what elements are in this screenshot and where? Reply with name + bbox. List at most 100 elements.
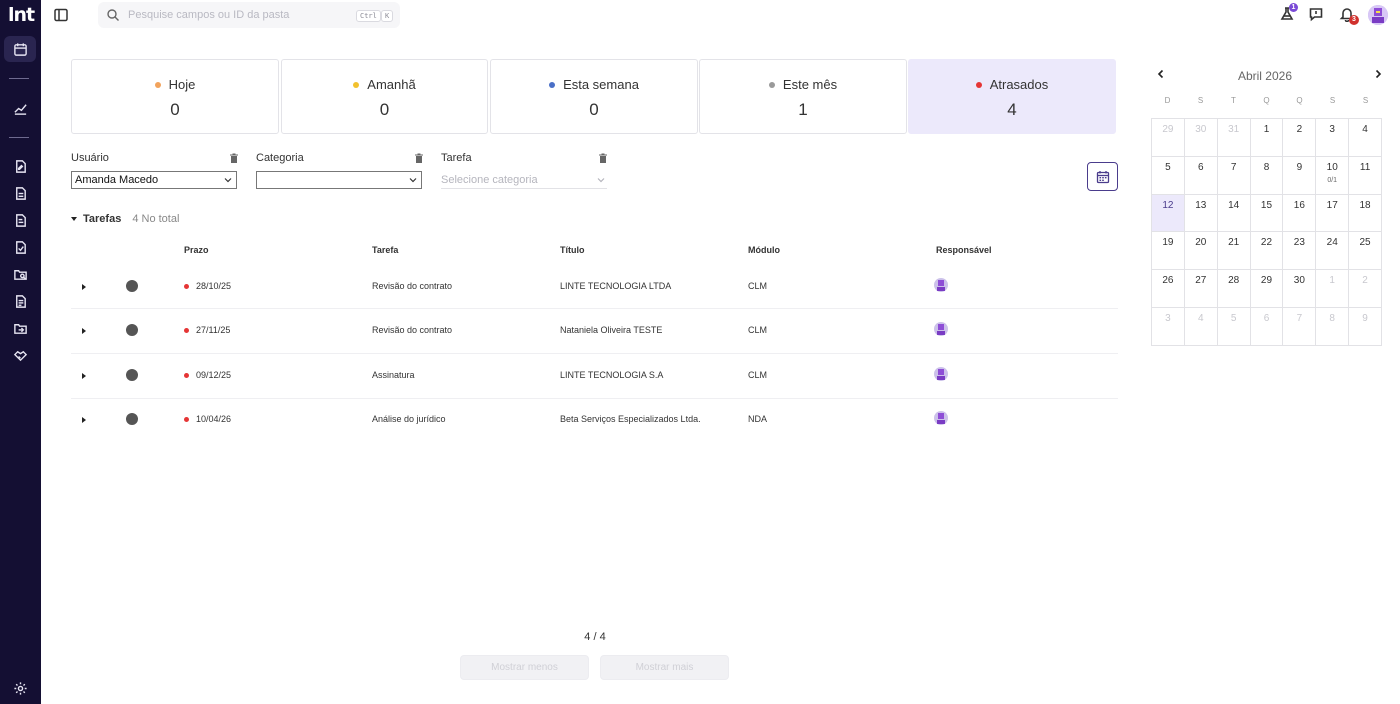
category-select[interactable] <box>256 171 422 189</box>
user-avatar[interactable] <box>1368 5 1388 25</box>
calendar-day[interactable]: 22 <box>1250 232 1284 271</box>
summary-card-overdue[interactable]: Atrasados 4 <box>908 59 1116 134</box>
calendar-day[interactable]: 3 <box>1152 308 1185 346</box>
calendar-day[interactable]: 17 <box>1316 194 1350 233</box>
calendar-day[interactable]: 2 <box>1349 270 1382 309</box>
column-header-title[interactable]: Título <box>560 245 585 255</box>
calendar-day[interactable]: 16 <box>1283 194 1317 233</box>
row-title[interactable]: LINTE TECNOLOGIA LTDA <box>560 281 671 291</box>
settings-nav-button[interactable] <box>4 675 36 701</box>
notifications-button[interactable]: 3 <box>1339 6 1359 25</box>
calendar-day[interactable]: 14 <box>1217 194 1251 233</box>
tasks-button[interactable]: 1 <box>1279 3 1298 24</box>
complete-task-icon[interactable] <box>126 413 138 425</box>
document-nav-button[interactable] <box>4 180 36 206</box>
clear-user-filter-icon[interactable] <box>229 153 239 164</box>
calendar-day[interactable]: 9 <box>1283 156 1317 195</box>
folder-export-nav-button[interactable] <box>4 315 36 341</box>
task-select[interactable]: Selecione categoria <box>441 171 607 189</box>
show-less-button[interactable]: Mostrar menos <box>460 655 589 680</box>
calendar-day[interactable]: 21 <box>1217 232 1251 271</box>
messages-button[interactable] <box>1308 6 1326 24</box>
summary-card-this-month[interactable]: Este mês 1 <box>699 59 907 134</box>
calendar-day[interactable]: 6 <box>1250 308 1284 346</box>
calendar-day[interactable]: 29 <box>1250 270 1284 309</box>
tasks-section-toggle[interactable]: Tarefas 4 No total <box>71 213 179 225</box>
next-month-icon[interactable] <box>1373 69 1383 79</box>
sidebar-toggle-button[interactable] <box>52 6 70 24</box>
show-more-button[interactable]: Mostrar mais <box>600 655 729 680</box>
calendar-day[interactable]: 15 <box>1250 194 1284 233</box>
calendar-day[interactable]: 11 <box>1349 156 1382 195</box>
document-text-nav-button[interactable] <box>4 207 36 233</box>
calendar-toggle-button[interactable] <box>1087 162 1118 191</box>
expand-row-icon[interactable] <box>82 328 86 334</box>
calendar-day[interactable]: 3 <box>1316 119 1350 157</box>
summary-card-this-week[interactable]: Esta semana 0 <box>490 59 698 134</box>
document-check-nav-button[interactable] <box>4 234 36 260</box>
calendar-day[interactable]: 13 <box>1184 194 1218 233</box>
expand-row-icon[interactable] <box>82 373 86 379</box>
calendar-day[interactable]: 2 <box>1283 119 1317 157</box>
calendar-day[interactable]: 6 <box>1184 156 1218 195</box>
calendar-day[interactable]: 10 0/1 <box>1316 156 1350 195</box>
expand-row-icon[interactable] <box>82 284 86 290</box>
calendar-day-today[interactable]: 12 <box>1152 194 1185 233</box>
calendar-day[interactable]: 30 <box>1283 270 1317 309</box>
column-header-assignee[interactable]: Responsável <box>936 245 992 255</box>
row-title[interactable]: Nataniela Oliveira TESTE <box>560 325 662 335</box>
calendar-day[interactable]: 8 <box>1250 156 1284 195</box>
calendar-day[interactable]: 26 <box>1152 270 1185 309</box>
calendar-day[interactable]: 1 <box>1250 119 1284 157</box>
previous-month-icon[interactable] <box>1156 69 1166 79</box>
complete-task-icon[interactable] <box>126 280 138 292</box>
calendar-day[interactable]: 4 <box>1349 119 1382 157</box>
calendar-day[interactable]: 27 <box>1184 270 1218 309</box>
table-row[interactable]: 10/04/26 Análise do jurídico Beta Serviç… <box>71 399 1118 444</box>
calendar-day[interactable]: 5 <box>1152 156 1185 195</box>
column-header-module[interactable]: Módulo <box>748 245 780 255</box>
handshake-nav-button[interactable] <box>4 342 36 368</box>
calendar-day[interactable]: 5 <box>1217 308 1251 346</box>
calendar-day[interactable]: 30 <box>1184 119 1218 157</box>
row-title[interactable]: LINTE TECNOLOGIA S.A <box>560 370 663 380</box>
row-title[interactable]: Beta Serviços Especializados Ltda. <box>560 414 701 424</box>
calendar-day[interactable]: 23 <box>1283 232 1317 271</box>
search-input[interactable] <box>128 6 348 24</box>
user-select[interactable]: Amanda Macedo <box>71 171 237 189</box>
calendar-day[interactable]: 29 <box>1152 119 1185 157</box>
column-header-task[interactable]: Tarefa <box>372 245 398 255</box>
calendar-day[interactable]: 8 <box>1316 308 1350 346</box>
column-header-deadline[interactable]: Prazo <box>184 245 209 255</box>
calendar-day[interactable]: 18 <box>1349 194 1382 233</box>
calendar-day[interactable]: 24 <box>1316 232 1350 271</box>
analytics-nav-button[interactable] <box>4 95 36 121</box>
calendar-day[interactable]: 1 <box>1316 270 1350 309</box>
table-row[interactable]: 09/12/25 Assinatura LINTE TECNOLOGIA S.A… <box>71 354 1118 399</box>
complete-task-icon[interactable] <box>126 369 138 381</box>
search-bar[interactable]: Ctrl K <box>98 2 400 28</box>
clear-category-filter-icon[interactable] <box>414 153 424 164</box>
calendar-day[interactable]: 31 <box>1217 119 1251 157</box>
calendar-nav-button[interactable] <box>4 36 36 62</box>
calendar-day[interactable]: 7 <box>1217 156 1251 195</box>
complete-task-icon[interactable] <box>126 324 138 336</box>
calendar-day[interactable]: 28 <box>1217 270 1251 309</box>
calendar-day[interactable]: 9 <box>1349 308 1382 346</box>
calendar-day[interactable]: 4 <box>1184 308 1218 346</box>
calendar-day[interactable]: 25 <box>1349 232 1382 271</box>
summary-card-tomorrow[interactable]: Amanhã 0 <box>281 59 488 134</box>
calendar-day-number: 9 <box>1362 313 1368 325</box>
calendar-day[interactable]: 20 <box>1184 232 1218 271</box>
calendar-day-number: 22 <box>1260 237 1273 249</box>
calendar-day[interactable]: 19 <box>1152 232 1185 271</box>
clear-task-filter-icon[interactable] <box>598 153 608 164</box>
folder-search-nav-button[interactable] <box>4 261 36 287</box>
table-row[interactable]: 27/11/25 Revisão do contrato Nataniela O… <box>71 309 1118 354</box>
document-edit-nav-button[interactable] <box>4 153 36 179</box>
summary-card-today[interactable]: Hoje 0 <box>71 59 279 134</box>
file-list-nav-button[interactable] <box>4 288 36 314</box>
expand-row-icon[interactable] <box>82 417 86 423</box>
calendar-day[interactable]: 7 <box>1283 308 1317 346</box>
table-row[interactable]: 28/10/25 Revisão do contrato LINTE TECNO… <box>71 264 1118 309</box>
